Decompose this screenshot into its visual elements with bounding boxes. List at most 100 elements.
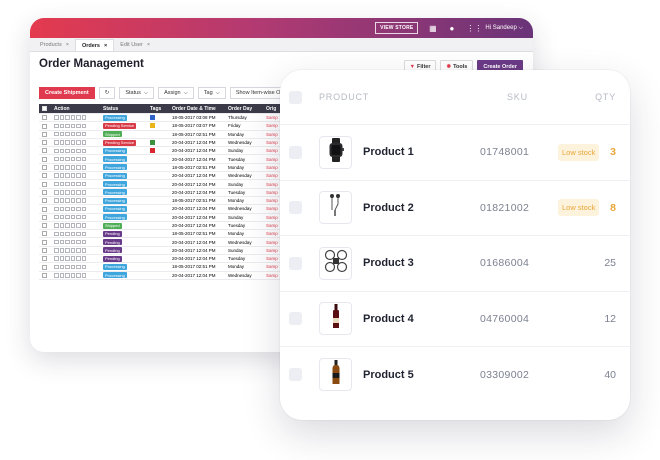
view-store-button[interactable]: VIEW STORE xyxy=(375,22,419,34)
row-checkbox[interactable] xyxy=(42,231,47,237)
copy-icon[interactable] xyxy=(65,239,70,245)
mail-icon[interactable] xyxy=(76,248,81,253)
row-checkbox[interactable] xyxy=(42,123,47,129)
row-checkbox[interactable] xyxy=(42,223,47,229)
mail-icon[interactable] xyxy=(76,165,81,170)
edit-icon[interactable] xyxy=(59,148,64,154)
edit-icon[interactable] xyxy=(59,165,64,170)
edit-icon[interactable] xyxy=(59,173,64,178)
mail-icon[interactable] xyxy=(76,148,81,154)
column-header[interactable]: Order Date & Time xyxy=(169,106,225,112)
list-item[interactable]: Product 4 04760004 12 xyxy=(280,292,630,347)
row-checkbox[interactable] xyxy=(42,140,47,146)
row-checkbox[interactable] xyxy=(42,173,47,179)
delete-icon[interactable] xyxy=(81,206,86,212)
print-icon[interactable] xyxy=(70,156,75,162)
mail-icon[interactable] xyxy=(76,198,81,203)
delete-icon[interactable] xyxy=(81,273,86,278)
edit-icon[interactable] xyxy=(59,198,64,203)
delete-icon[interactable] xyxy=(81,140,86,145)
product-name[interactable]: Product 2 xyxy=(363,202,414,214)
edit-icon[interactable] xyxy=(59,214,64,220)
row-checkbox[interactable] xyxy=(42,156,47,162)
create-shipment-button[interactable]: Create Shipment xyxy=(39,87,95,99)
list-item[interactable]: Product 3 01686004 25 xyxy=(280,236,630,292)
print-icon[interactable] xyxy=(70,131,75,137)
list-item[interactable]: Product 5 03309002 40 xyxy=(280,347,630,403)
print-icon[interactable] xyxy=(70,206,75,212)
copy-icon[interactable] xyxy=(65,256,70,261)
mail-icon[interactable] xyxy=(76,206,81,212)
print-icon[interactable] xyxy=(70,140,75,145)
user-menu[interactable]: Hi Sandeep ⌵ xyxy=(485,25,523,32)
edit-icon[interactable] xyxy=(59,140,64,145)
edit-icon[interactable] xyxy=(59,206,64,212)
view-icon[interactable] xyxy=(54,181,59,187)
view-icon[interactable] xyxy=(54,140,59,145)
view-icon[interactable] xyxy=(54,190,59,195)
mail-icon[interactable] xyxy=(76,190,81,195)
edit-icon[interactable] xyxy=(59,273,64,278)
view-icon[interactable] xyxy=(54,231,59,237)
delete-icon[interactable] xyxy=(81,256,86,261)
product-name[interactable]: Product 5 xyxy=(363,369,414,381)
view-icon[interactable] xyxy=(54,131,59,137)
row-checkbox[interactable] xyxy=(42,198,47,204)
view-icon[interactable] xyxy=(54,223,59,228)
mail-icon[interactable] xyxy=(76,140,81,145)
edit-icon[interactable] xyxy=(59,156,64,162)
tab-edit-user[interactable]: Edit User × xyxy=(114,39,156,51)
copy-icon[interactable] xyxy=(65,148,70,154)
close-icon[interactable]: × xyxy=(104,43,107,49)
delete-icon[interactable] xyxy=(81,181,86,187)
edit-icon[interactable] xyxy=(59,223,64,228)
copy-icon[interactable] xyxy=(65,190,70,195)
print-icon[interactable] xyxy=(70,198,75,203)
view-icon[interactable] xyxy=(54,264,59,270)
edit-icon[interactable] xyxy=(59,190,64,195)
copy-icon[interactable] xyxy=(65,248,70,253)
copy-icon[interactable] xyxy=(65,223,70,228)
copy-icon[interactable] xyxy=(65,181,70,187)
view-icon[interactable] xyxy=(54,214,59,220)
view-icon[interactable] xyxy=(54,156,59,162)
delete-icon[interactable] xyxy=(81,115,86,120)
mail-icon[interactable] xyxy=(76,231,81,237)
delete-icon[interactable] xyxy=(81,123,86,129)
view-icon[interactable] xyxy=(54,198,59,203)
row-checkbox[interactable] xyxy=(42,181,47,187)
edit-icon[interactable] xyxy=(59,256,64,261)
mail-icon[interactable] xyxy=(76,131,81,137)
column-sku[interactable]: SKU xyxy=(507,92,528,102)
column-header[interactable]: Action xyxy=(51,106,100,112)
view-icon[interactable] xyxy=(54,115,59,120)
view-icon[interactable] xyxy=(54,206,59,212)
print-icon[interactable] xyxy=(70,239,75,245)
mail-icon[interactable] xyxy=(76,181,81,187)
copy-icon[interactable] xyxy=(65,231,70,237)
product-name[interactable]: Product 3 xyxy=(363,257,414,269)
edit-icon[interactable] xyxy=(59,248,64,253)
view-icon[interactable] xyxy=(54,239,59,245)
column-qty[interactable]: QTY xyxy=(595,92,616,102)
mail-icon[interactable] xyxy=(76,123,81,129)
print-icon[interactable] xyxy=(70,231,75,237)
view-icon[interactable] xyxy=(54,273,59,278)
row-checkbox[interactable] xyxy=(42,239,47,245)
close-icon[interactable]: × xyxy=(66,42,69,48)
copy-icon[interactable] xyxy=(65,123,70,129)
delete-icon[interactable] xyxy=(81,239,86,245)
row-checkbox[interactable] xyxy=(289,256,302,270)
delete-icon[interactable] xyxy=(81,173,86,178)
mail-icon[interactable] xyxy=(76,214,81,220)
mail-icon[interactable] xyxy=(76,223,81,228)
view-icon[interactable] xyxy=(54,148,59,154)
delete-icon[interactable] xyxy=(81,223,86,228)
mail-icon[interactable] xyxy=(76,156,81,162)
delete-icon[interactable] xyxy=(81,198,86,203)
print-icon[interactable] xyxy=(70,181,75,187)
row-checkbox[interactable] xyxy=(289,312,302,326)
edit-icon[interactable] xyxy=(59,264,64,270)
mail-icon[interactable] xyxy=(76,115,81,120)
delete-icon[interactable] xyxy=(81,148,86,154)
